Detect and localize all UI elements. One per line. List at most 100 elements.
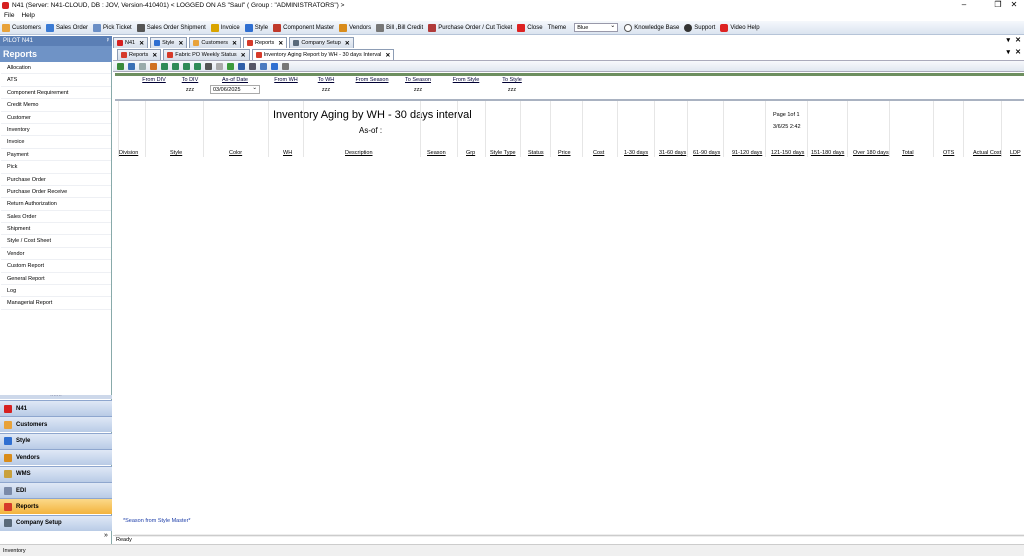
close-window-icon[interactable]: ✕: [1004, 0, 1024, 10]
report-list-item-credit-memo[interactable]: Credit Memo: [1, 99, 111, 112]
report-list-item-purchase-order-receive[interactable]: Purchase Order Receive: [1, 186, 111, 199]
nav-style[interactable]: Style: [0, 432, 112, 449]
report-list-item-payment[interactable]: Payment: [1, 149, 111, 162]
report-list-item-ats[interactable]: ATS: [1, 74, 111, 87]
tabs-close-icon[interactable]: ✕: [1015, 36, 1021, 44]
report-gridline: [654, 101, 655, 157]
tab-close-icon[interactable]: ✕: [152, 52, 157, 59]
report-list-item-managerial-report[interactable]: Managerial Report: [1, 297, 111, 310]
tab-label: Style: [162, 40, 175, 46]
tab-company-setup[interactable]: Company Setup ✕: [289, 37, 354, 48]
pane-splitter[interactable]: ·······: [0, 394, 112, 399]
toolbar-customers-button[interactable]: Customers: [2, 23, 41, 32]
to-style-field[interactable]: zzz: [487, 87, 537, 93]
style-filter-icon[interactable]: [271, 62, 278, 70]
nav-reports[interactable]: Reports: [0, 498, 112, 515]
subtabs-close-icon[interactable]: ✕: [1015, 48, 1021, 56]
tab-reports[interactable]: Reports ✕: [243, 37, 288, 48]
tab-n41[interactable]: N41 ✕: [113, 37, 149, 48]
tab-fabric-po-weekly-status[interactable]: Fabric PO Weekly Status ✕: [163, 49, 250, 60]
tab-inventory-aging-report-by-wh-30-days-interval[interactable]: Inventory Aging Report by WH - 30 days I…: [251, 49, 395, 60]
report-list-item-customer[interactable]: Customer: [1, 112, 111, 124]
menu-help[interactable]: Help: [21, 12, 34, 19]
toolbar-sales-order-button[interactable]: Sales Order: [46, 23, 88, 32]
toolbar-pick-ticket-button[interactable]: Pick Ticket: [93, 23, 132, 32]
toolbar-style-button[interactable]: Style: [244, 23, 268, 32]
tab-close-icon[interactable]: ✕: [232, 40, 237, 47]
report-list-item-general-report[interactable]: General Report: [1, 273, 111, 286]
report-gridline: [303, 101, 304, 157]
nav-n41[interactable]: N41: [0, 400, 112, 416]
report-list-item-shipment[interactable]: Shipment: [1, 223, 111, 236]
report-gridline: [963, 101, 964, 157]
email-icon[interactable]: [260, 62, 267, 70]
toolbar-component-master-button[interactable]: Component Master: [273, 23, 334, 32]
vendors-icon: [4, 453, 12, 462]
nav-edi[interactable]: EDI: [0, 482, 112, 498]
nav-label: Reports: [16, 503, 39, 510]
report-list-item-log[interactable]: Log: [1, 285, 111, 298]
print-icon[interactable]: [150, 62, 157, 70]
tab-close-icon[interactable]: ✕: [278, 40, 283, 47]
support-button[interactable]: Support: [684, 23, 715, 32]
tab-close-icon[interactable]: ✕: [178, 40, 183, 47]
send-icon[interactable]: [249, 62, 256, 70]
export-icon[interactable]: [227, 62, 234, 70]
toolbar-bill-bill-credit-button[interactable]: Bill ,Bill Credit: [376, 23, 423, 32]
report-list-item-component-requirement[interactable]: Component Requirement: [1, 87, 111, 100]
report-list-item-allocation[interactable]: Allocation: [1, 62, 111, 75]
zoom-icon[interactable]: [282, 62, 289, 70]
as-of-date-field[interactable]: 03/06/2025: [210, 84, 260, 94]
settings-icon[interactable]: [205, 62, 212, 70]
report-list-item-vendor[interactable]: Vendor: [1, 248, 111, 261]
toolbar-purchase-order-cut-ticket-button[interactable]: Purchase Order / Cut Ticket: [428, 23, 512, 32]
to-season-field[interactable]: zzz: [393, 87, 443, 93]
nav-company-setup[interactable]: Company Setup: [0, 514, 112, 531]
tab-style[interactable]: Style ✕: [150, 37, 188, 48]
layout-icon[interactable]: [238, 62, 245, 70]
menu-file[interactable]: File: [4, 12, 14, 19]
toolbar-vendors-button[interactable]: Vendors: [339, 23, 371, 32]
nav-wms[interactable]: WMS: [0, 465, 112, 482]
pin-icon[interactable]: ᵖ: [107, 36, 109, 46]
tab-close-icon[interactable]: ✕: [385, 52, 390, 59]
report-gridline: [118, 101, 119, 157]
nav-customers[interactable]: Customers: [0, 416, 112, 433]
report-list-item-invoice[interactable]: Invoice: [1, 136, 111, 149]
next-page-icon[interactable]: [183, 62, 190, 70]
pick-ticket-icon: [93, 23, 102, 32]
tab-reports[interactable]: Reports ✕: [117, 49, 162, 60]
expand-icon[interactable]: [128, 62, 135, 70]
first-page-icon[interactable]: [161, 62, 168, 70]
expand-pane-icon[interactable]: »: [104, 532, 108, 539]
prev-page-icon[interactable]: [172, 62, 179, 70]
video-help-button[interactable]: Video Help: [720, 23, 760, 32]
refresh-icon[interactable]: [117, 62, 124, 70]
report-list-item-return-authorization[interactable]: Return Authorization: [1, 198, 111, 211]
report-list-item-purchase-order[interactable]: Purchase Order: [1, 174, 111, 186]
report-list-item-inventory[interactable]: Inventory: [1, 124, 111, 137]
toolbar-sales-order-shipment-button[interactable]: Sales Order Shipment: [136, 23, 206, 32]
knowledge-base-button[interactable]: Knowledge Base: [624, 23, 679, 32]
toolbar-invoice-button[interactable]: Invoice: [210, 23, 240, 32]
report-list-item-sales-order[interactable]: Sales Order: [1, 211, 111, 224]
tab-customers[interactable]: Customers ✕: [189, 37, 242, 48]
report-list-item-pick[interactable]: Pick: [1, 161, 111, 174]
filter-bar: From DIV To DIV zzz As-of Date 03/06/2025 …: [115, 73, 1024, 99]
tab-close-icon[interactable]: ✕: [345, 40, 350, 47]
tabs-dropdown-icon[interactable]: ▾: [1006, 36, 1010, 44]
tab-close-icon[interactable]: ✕: [241, 52, 246, 59]
toolbar-close-button[interactable]: Close: [517, 23, 543, 32]
report-list-item-style-cost-sheet[interactable]: Style / Cost Sheet: [1, 235, 111, 248]
report-list-item-custom-report[interactable]: Custom Report: [1, 260, 111, 273]
edit-icon[interactable]: [216, 62, 223, 70]
theme-select[interactable]: Blue: [574, 22, 619, 32]
subtabs-dropdown-icon[interactable]: ▾: [1006, 48, 1010, 56]
to-wh-field[interactable]: zzz: [301, 87, 351, 93]
grid-icon[interactable]: [139, 62, 146, 70]
column-header-grp: Grp: [466, 150, 476, 156]
company-setup-tab-icon: [293, 40, 300, 46]
last-page-icon[interactable]: [194, 62, 201, 70]
tab-close-icon[interactable]: ✕: [139, 40, 144, 47]
nav-vendors[interactable]: Vendors: [0, 449, 112, 466]
